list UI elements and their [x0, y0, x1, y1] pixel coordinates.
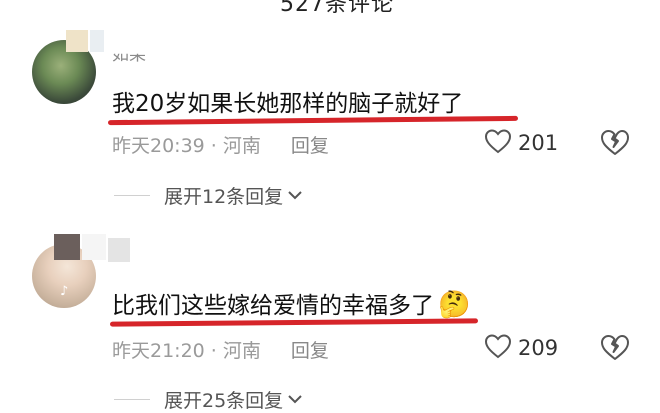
username-mosaic [108, 238, 130, 262]
expand-replies-button[interactable]: 展开12条回复 [114, 182, 303, 209]
reply-button[interactable]: 回复 [291, 135, 329, 157]
divider-line [114, 195, 150, 196]
chevron-down-icon [287, 186, 303, 205]
username-mosaic [66, 30, 88, 52]
dislike-heart-icon[interactable] [600, 333, 630, 365]
tiktok-logo-icon: ♪ [60, 284, 69, 299]
divider-line [114, 399, 150, 400]
username-mosaic [90, 30, 104, 52]
heart-icon [484, 333, 512, 363]
comment-username[interactable]: 如果 [112, 54, 146, 65]
like-count: 209 [518, 336, 559, 360]
chevron-down-icon [287, 390, 303, 409]
comment-text-body: 比我们这些嫁给爱情的幸福多了 [112, 293, 434, 319]
reply-button[interactable]: 回复 [291, 340, 329, 362]
heart-icon [484, 128, 512, 158]
comment-time: 昨天20:39 [112, 135, 205, 157]
like-button[interactable]: 209 [484, 333, 558, 363]
separator-dot: · [210, 135, 217, 157]
like-count: 201 [518, 131, 559, 155]
comment-text: 我20岁如果长她那样的脑子就好了 [112, 91, 464, 117]
thinking-emoji: 🤔 [438, 290, 471, 320]
expand-replies-button[interactable]: 展开25条回复 [114, 386, 303, 413]
expand-replies-label: 展开12条回复 [164, 186, 284, 208]
username-mosaic [54, 234, 80, 260]
dislike-heart-icon[interactable] [600, 128, 630, 160]
comment-meta: 昨天20:39 · 河南 回复 [112, 131, 329, 158]
separator-dot: · [210, 340, 217, 362]
comment-location: 河南 [222, 135, 261, 157]
comment-location: 河南 [222, 340, 261, 362]
username-mosaic [82, 234, 106, 260]
like-button[interactable]: 201 [484, 128, 558, 158]
comment-text: 比我们这些嫁给爱情的幸福多了 🤔 [112, 286, 470, 320]
comment-count-header: 527条评论 [280, 0, 394, 17]
expand-replies-label: 展开25条回复 [164, 390, 284, 412]
comment-meta: 昨天21:20 · 河南 回复 [112, 336, 329, 363]
comment-time: 昨天21:20 [112, 340, 205, 362]
